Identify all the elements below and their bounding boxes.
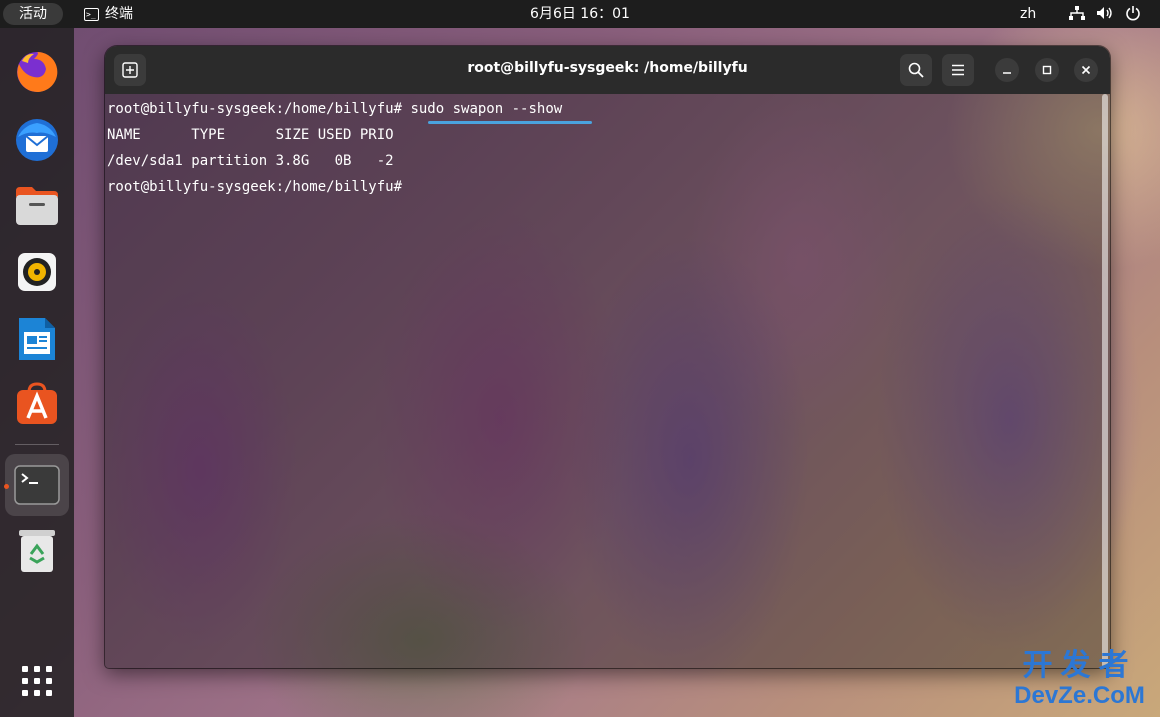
terminal-scrollbar[interactable] (1102, 94, 1108, 668)
files-icon (16, 187, 58, 225)
top-bar: 活动 >_ 终端 6月6日 16：01 zh (0, 0, 1160, 28)
menu-button[interactable] (942, 54, 974, 86)
trash-icon (19, 530, 55, 572)
window-title: root@billyfu-sysgeek: /home/billyfu (467, 60, 748, 76)
dock-item-thunderbird[interactable] (12, 115, 62, 165)
hamburger-icon (952, 64, 964, 76)
watermark-en: DevZe.CoM (1014, 682, 1145, 709)
terminal-output-area[interactable]: root@billyfu-sysgeek:/home/billyfu# sudo… (105, 94, 1110, 668)
rhythmbox-icon (18, 253, 56, 291)
dock-item-rhythmbox[interactable] (12, 247, 62, 297)
dock-item-terminal[interactable] (12, 460, 62, 510)
command-text: sudo swapon --show (410, 101, 563, 117)
watermark: 开发者 DevZe.CoM (1002, 650, 1157, 714)
new-tab-button[interactable] (114, 54, 146, 86)
writer-icon (19, 318, 55, 360)
output-row: /dev/sda1 partition 3.8G 0B -2 (107, 153, 394, 169)
network-icon (1068, 3, 1086, 23)
clock[interactable]: 6月6日 16：01 (530, 6, 630, 22)
dock-item-app-center[interactable] (12, 378, 62, 428)
minimize-icon (1003, 72, 1011, 74)
prompt: root@billyfu-sysgeek:/home/billyfu# (107, 101, 403, 117)
firefox-icon (17, 51, 58, 92)
language-label: zh (1020, 6, 1037, 22)
clock-container: 6月6日 16：01 (0, 4, 1160, 24)
output-header: NAME TYPE SIZE USED PRIO (107, 127, 394, 143)
terminal-window: root@billyfu-sysgeek: /home/billyfu root… (105, 46, 1110, 668)
window-headerbar[interactable]: root@billyfu-sysgeek: /home/billyfu (105, 46, 1110, 94)
dock-item-trash[interactable] (12, 526, 62, 576)
dock-item-firefox[interactable] (12, 47, 62, 97)
maximize-button[interactable] (1035, 58, 1059, 82)
terminal-icon: >_ (84, 7, 99, 21)
activities-label: 活动 (19, 6, 47, 22)
app-menu[interactable]: >_ 终端 (84, 4, 133, 24)
system-tray[interactable] (1068, 3, 1142, 23)
dock (0, 28, 74, 717)
close-icon (1081, 65, 1091, 75)
current-prompt: root@billyfu-sysgeek:/home/billyfu# (107, 179, 403, 195)
command-line: root@billyfu-sysgeek:/home/billyfu# sudo… (107, 99, 562, 119)
volume-icon (1096, 3, 1114, 23)
dock-separator (15, 444, 59, 445)
close-button[interactable] (1074, 58, 1098, 82)
power-icon (1124, 3, 1142, 23)
new-tab-icon (122, 62, 138, 78)
watermark-cn: 开发者 (1022, 648, 1137, 683)
search-icon (908, 62, 924, 78)
dock-item-writer[interactable] (12, 314, 62, 364)
app-center-icon (17, 382, 57, 424)
maximize-icon (1042, 65, 1052, 75)
app-menu-label: 终端 (105, 6, 133, 22)
command-highlight-underline (428, 121, 592, 124)
grid-icon (22, 666, 52, 696)
thunderbird-icon (16, 119, 58, 161)
input-method-indicator[interactable]: zh (1020, 4, 1036, 24)
minimize-button[interactable] (995, 58, 1019, 82)
terminal-icon (14, 465, 60, 505)
search-button[interactable] (900, 54, 932, 86)
dock-item-show-apps[interactable] (12, 656, 62, 706)
running-indicator (4, 484, 9, 489)
dock-item-files[interactable] (12, 181, 62, 231)
activities-button[interactable]: 活动 (3, 3, 63, 25)
